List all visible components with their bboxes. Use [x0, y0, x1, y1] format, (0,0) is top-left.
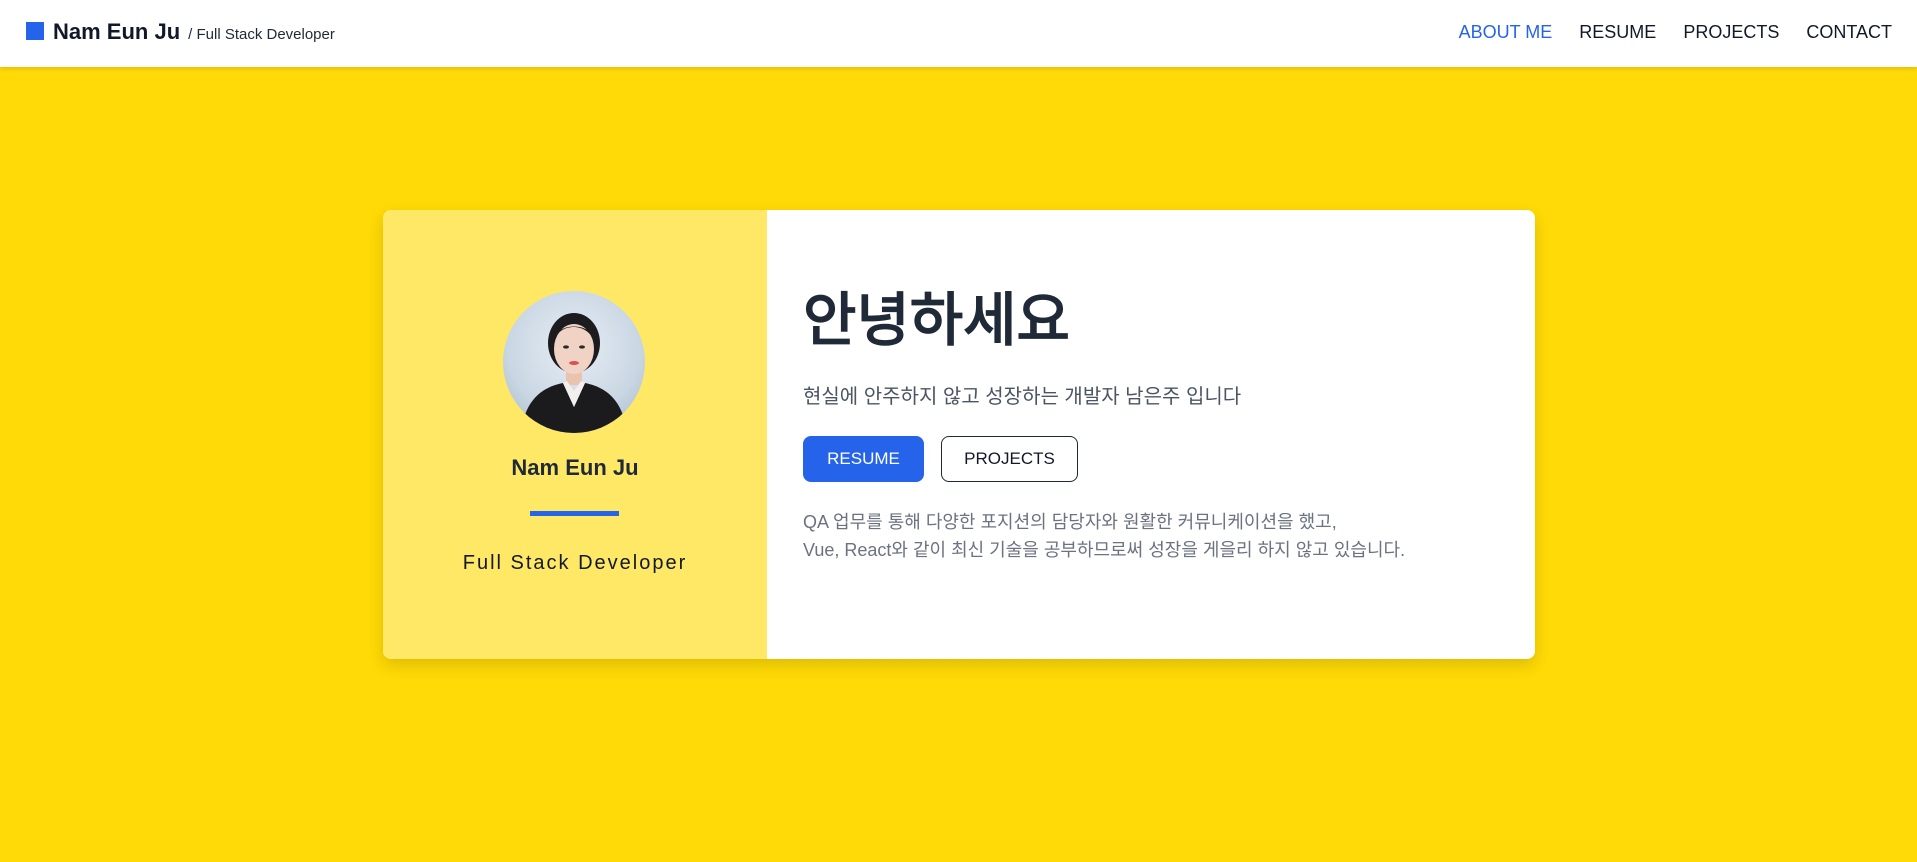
profile-photo	[503, 291, 645, 433]
brand-logo-square	[26, 22, 44, 40]
brand[interactable]: Nam Eun Ju / Full Stack Developer	[26, 19, 335, 45]
resume-button[interactable]: RESUME	[803, 436, 924, 482]
nav-contact[interactable]: CONTACT	[1806, 22, 1892, 43]
nav-resume[interactable]: RESUME	[1579, 22, 1656, 43]
projects-button[interactable]: PROJECTS	[941, 436, 1078, 482]
nav-projects[interactable]: PROJECTS	[1683, 22, 1779, 43]
greeting-heading: 안녕하세요	[803, 288, 1070, 353]
nav-about-me[interactable]: ABOUT ME	[1459, 22, 1553, 43]
intro-description: QA 업무를 통해 다양한 포지션의 담당자와 원활한 커뮤니케이션을 했고, …	[803, 508, 1405, 564]
person-portrait-icon	[521, 313, 627, 433]
profile-panel: Nam Eun Ju Full Stack Developer	[383, 210, 767, 659]
tagline: 현실에 안주하지 않고 성장하는 개발자 남은주 입니다	[803, 386, 1242, 408]
site-header: Nam Eun Ju / Full Stack Developer ABOUT …	[0, 0, 1917, 67]
brand-name: Nam Eun Ju	[53, 19, 181, 44]
profile-role: Full Stack Developer	[462, 552, 688, 574]
brand-subtitle: / Full Stack Developer	[188, 26, 335, 43]
intro-card: Nam Eun Ju Full Stack Developer 안녕하세요 현실…	[383, 210, 1535, 659]
profile-divider	[530, 511, 619, 516]
profile-name: Nam Eun Ju	[511, 455, 639, 480]
description-line-1: QA 업무를 통해 다양한 포지션의 담당자와 원활한 커뮤니케이션을 했고,	[803, 512, 1337, 532]
description-line-2: Vue, React와 같이 최신 기술을 공부하므로써 성장을 게을리 하지 …	[803, 540, 1406, 560]
intro-panel: 안녕하세요 현실에 안주하지 않고 성장하는 개발자 남은주 입니다 RESUM…	[767, 210, 1535, 659]
main-nav: ABOUT ME RESUME PROJECTS CONTACT	[1432, 22, 1892, 43]
